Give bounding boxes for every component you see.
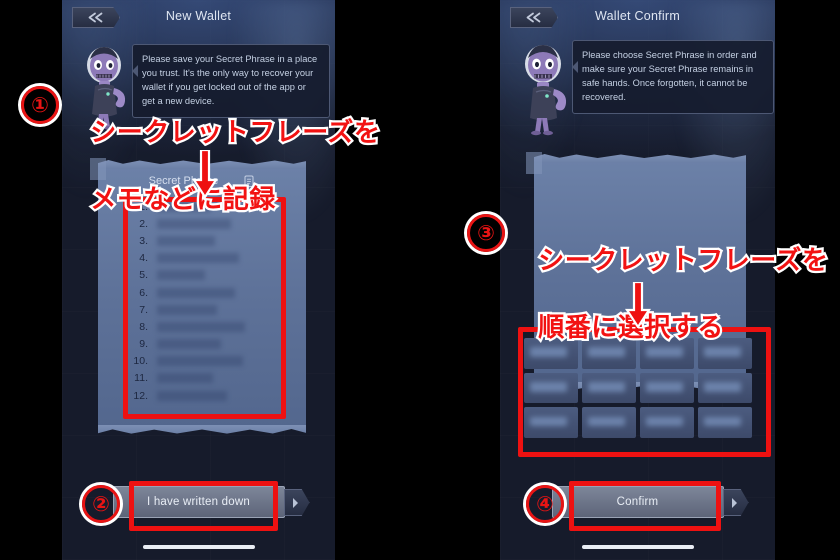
instruction-bubble: Please choose Secret Phrase in order and… [572,40,774,114]
next-arrow-button[interactable] [722,489,749,516]
page-title: Wallet Confirm [595,9,680,23]
home-indicator [142,545,255,549]
chevron-right-icon [293,497,303,508]
home-indicator [581,545,694,549]
card-tab-decoration [526,152,542,174]
annotation-marker-3: ③ [467,214,505,252]
annotation-arrow-down-3 [625,282,651,328]
annotation-box-confirm [569,481,721,531]
annotation-step1-line2: メモなどに記録 [88,183,278,218]
screenshot-root: New Wallet Please save your Secret Phras… [0,0,840,560]
alien-astronaut-avatar [525,45,567,136]
chevron-right-icon [732,497,742,508]
annotation-marker-1: ① [21,86,59,124]
annotation-arrow-down-1 [192,150,218,198]
right-header: Wallet Confirm [500,0,775,34]
annotation-marker-4: ④ [526,485,564,523]
page-title: New Wallet [165,9,232,23]
annotation-marker-2: ② [82,485,120,523]
annotation-step3-line1: シークレットフレーズを [536,244,830,279]
next-arrow-button[interactable] [283,489,310,516]
annotation-step1-line1: シークレットフレーズを [88,116,382,151]
annotation-step3-text: シークレットフレーズを 順番に選択する [500,212,830,378]
annotation-box-written-down [129,481,278,531]
left-header: New Wallet [62,0,335,34]
